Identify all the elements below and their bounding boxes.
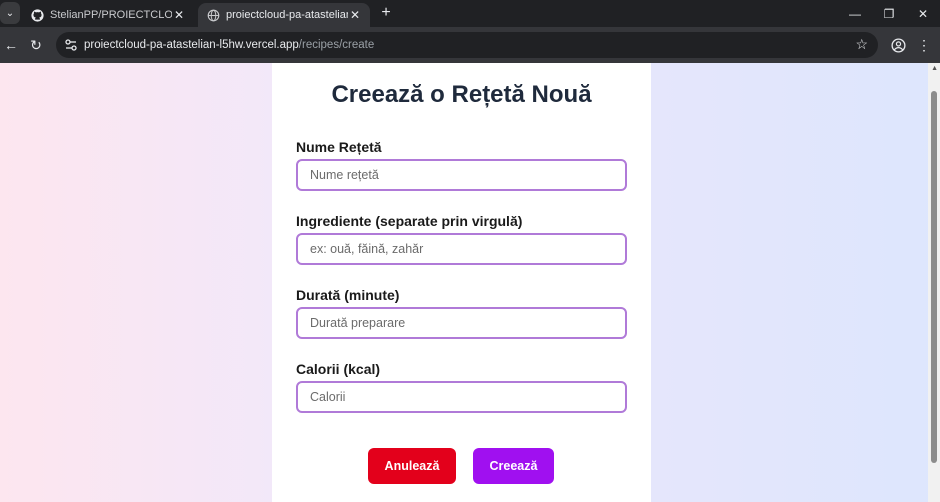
duration-input[interactable] — [296, 307, 627, 339]
close-tab-icon[interactable]: ✕ — [348, 8, 362, 22]
minimize-icon[interactable]: — — [838, 0, 872, 27]
calories-input[interactable] — [296, 381, 627, 413]
site-settings-icon[interactable] — [64, 38, 78, 52]
tab-github[interactable]: StelianPP/PROIECTCLOUD_PA-/ ✕ — [22, 3, 194, 27]
close-tab-icon[interactable]: ✕ — [172, 8, 186, 22]
tab-active[interactable]: proiectcloud-pa-atastelian-l5hw ✕ — [198, 3, 370, 27]
tab-search-button[interactable]: ⌄ — [0, 2, 20, 24]
tab-strip: ⌄ StelianPP/PROIECTCLOUD_PA-/ ✕ proiectc… — [0, 0, 940, 27]
create-recipe-card: Creează o Rețetă Nouă Nume Rețetă Ingred… — [272, 63, 651, 502]
vertical-scrollbar[interactable]: ▲ — [928, 63, 940, 502]
recipe-name-label: Nume Rețetă — [296, 139, 382, 155]
browser-toolbar: ← ↻ proiectcloud-pa-atastelian-l5hw.verc… — [0, 27, 940, 63]
scroll-up-arrow-icon[interactable]: ▲ — [931, 65, 938, 72]
cancel-button[interactable]: Anulează — [368, 448, 456, 484]
kebab-menu-icon[interactable]: ⋮ — [914, 35, 934, 55]
calories-label: Calorii (kcal) — [296, 361, 381, 377]
chevron-down-icon: ⌄ — [5, 7, 15, 19]
url-text[interactable]: proiectcloud-pa-atastelian-l5hw.vercel.a… — [84, 39, 374, 51]
tab-title: StelianPP/PROIECTCLOUD_PA-/ — [50, 9, 172, 21]
new-tab-plus-icon[interactable]: + — [377, 4, 395, 22]
tab-title: proiectcloud-pa-atastelian-l5hw — [226, 9, 348, 21]
page-viewport: Creează o Rețetă Nouă Nume Rețetă Ingred… — [0, 63, 940, 502]
bookmark-star-icon[interactable]: ☆ — [855, 36, 868, 53]
globe-icon — [206, 8, 220, 22]
back-arrow-icon[interactable]: ← — [1, 35, 21, 55]
url-path: /recipes/create — [298, 39, 375, 51]
recipe-name-input[interactable] — [296, 159, 627, 191]
page-title: Creează o Rețetă Nouă — [331, 81, 592, 108]
scrollbar-thumb[interactable] — [931, 91, 937, 463]
address-bar[interactable]: proiectcloud-pa-atastelian-l5hw.vercel.a… — [56, 32, 878, 58]
ingredients-label: Ingrediente (separate prin virgulă) — [296, 213, 523, 229]
ingredients-input[interactable] — [296, 233, 627, 265]
restore-icon[interactable]: ❐ — [872, 0, 906, 27]
url-host: proiectcloud-pa-atastelian-l5hw.vercel.a… — [84, 39, 299, 51]
profile-icon[interactable] — [888, 35, 908, 55]
create-button[interactable]: Creează — [473, 448, 554, 484]
duration-label: Durată (minute) — [296, 287, 400, 303]
close-window-icon[interactable]: ✕ — [906, 0, 940, 27]
github-icon — [30, 8, 44, 22]
reload-icon[interactable]: ↻ — [26, 35, 46, 55]
